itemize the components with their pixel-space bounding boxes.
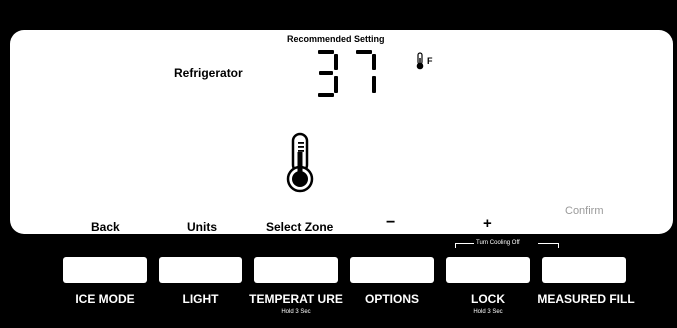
thermometer-icon — [415, 52, 425, 75]
lock-hold-hint: Hold 3 Sec — [473, 309, 503, 315]
increase-button[interactable]: + — [483, 215, 492, 232]
measured-fill-button[interactable] — [542, 257, 626, 283]
thermometer-large-icon — [283, 132, 317, 199]
measured-fill-label: MEASURED FILL — [537, 292, 635, 306]
seven-segment-digits — [318, 50, 376, 97]
decrease-button[interactable]: − — [386, 214, 395, 232]
select-zone-button[interactable]: Select Zone — [266, 220, 333, 234]
units-button[interactable]: Units — [187, 220, 217, 234]
turn-cooling-off-hint: Turn Cooling Off — [476, 240, 520, 246]
temperature-value: 37 — [316, 48, 317, 49]
confirm-button[interactable]: Confirm — [565, 205, 604, 217]
options-button[interactable] — [350, 257, 434, 283]
recommended-setting-label: Recommended Setting — [287, 34, 385, 44]
back-button[interactable]: Back — [91, 220, 120, 234]
control-display: Recommended Setting Refrigerator 37 — [10, 30, 673, 234]
lock-label: LOCK — [471, 292, 505, 306]
zone-label: Refrigerator — [174, 66, 243, 80]
ice-mode-button[interactable] — [63, 257, 147, 283]
temperature-hold-hint: Hold 3 Sec — [281, 309, 311, 315]
ice-mode-label: ICE MODE — [75, 292, 135, 306]
light-label: LIGHT — [182, 292, 219, 306]
temperature-readout: 37 — [316, 48, 386, 105]
lock-button[interactable] — [446, 257, 530, 283]
cooling-off-bracket-left — [455, 243, 474, 248]
light-button[interactable] — [159, 257, 242, 283]
temperature-label: TEMPERAT URE — [249, 292, 343, 306]
cooling-off-bracket-right — [538, 243, 559, 248]
temperature-unit: F — [427, 56, 433, 66]
temperature-button[interactable] — [254, 257, 338, 283]
options-label: OPTIONS — [364, 292, 419, 306]
